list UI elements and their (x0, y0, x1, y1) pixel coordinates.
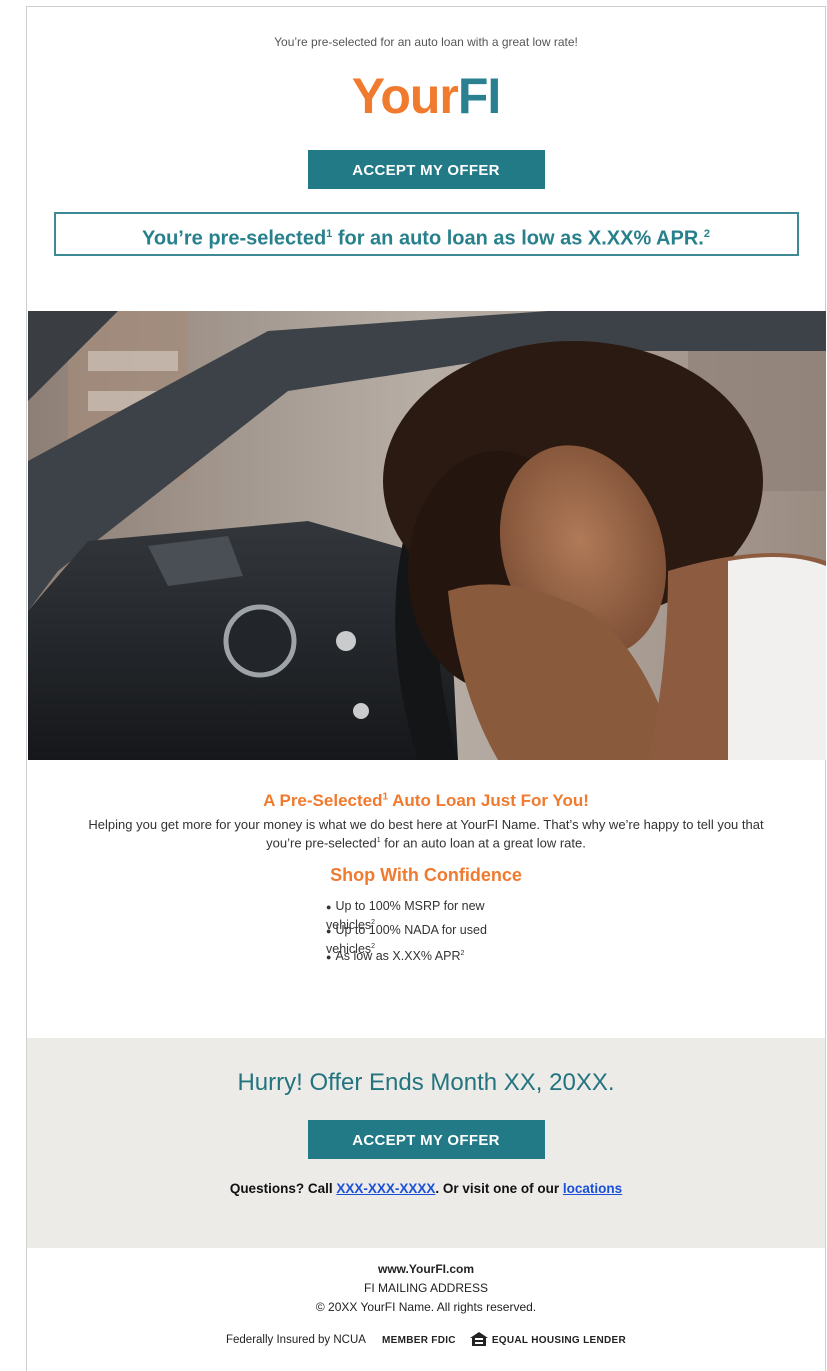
footer-copyright: © 20XX YourFI Name. All rights reserved. (315, 1300, 537, 1314)
headline-banner: You’re pre-selected1 for an auto loan as… (53, 212, 799, 256)
bullet-dot-icon: ● (326, 902, 332, 913)
questions-prefix: Questions? Call (229, 1181, 337, 1196)
logo-part-fi: FI (457, 68, 501, 124)
bullet-sup: 2 (460, 950, 465, 958)
bullet-text: As low as X.XX% APR (335, 949, 461, 964)
benefits-list: ● Up to 100% MSRP for new vehicles2 ● Up t… (326, 898, 526, 970)
section1-para-part2: for an auto loan at a great low rate. (380, 835, 586, 851)
headline-middle: for an auto loan as low as X.XX% APR. (332, 227, 704, 250)
preheader-text: You’re pre-selected for an auto loan wit… (274, 35, 578, 49)
bullet-dot-icon: ● (326, 952, 332, 963)
offer-deadline: Hurry! Offer Ends Month XX, 20XX. (237, 1069, 615, 1096)
equal-housing-icon (469, 1332, 488, 1346)
fdic-badge: MEMBER FDIC (381, 1335, 456, 1346)
section1-paragraph: Helping you get more for your money is w… (81, 817, 771, 851)
email-frame: You’re pre-selected for an auto loan wit… (26, 6, 826, 1371)
section2-title: Shop With Confidence (330, 865, 522, 886)
accept-offer-button-bottom[interactable]: ACCEPT MY OFFER (307, 1120, 545, 1159)
section1-title: A Pre-Selected1 Auto Loan Just For You! (27, 791, 825, 811)
footer-website[interactable]: www.YourFI.com (27, 1262, 825, 1276)
phone-link[interactable]: XXX-XXX-XXXX (336, 1181, 435, 1196)
hero-photo-illustration (28, 311, 826, 760)
equal-housing-badge: EQUAL HOUSING LENDER (469, 1332, 626, 1346)
list-item: ● Up to 100% NADA for used vehicles2 (326, 922, 526, 956)
list-item: ● As low as X.XX% APR2 (326, 946, 526, 970)
offer-details: A Pre-Selected1 Auto Loan Just For You! … (27, 791, 825, 970)
footer: www.YourFI.com FI MAILING ADDRESS © 20XX… (27, 1262, 825, 1346)
hero-image (28, 311, 826, 760)
headline-prefix: You’re pre-selected (142, 227, 327, 250)
cta-band: Hurry! Offer Ends Month XX, 20XX. ACCEPT… (27, 1038, 825, 1248)
questions-middle: . Or visit one of our (435, 1181, 563, 1196)
locations-link[interactable]: locations (563, 1181, 622, 1196)
ncua-notice: Federally Insured by NCUA (225, 1334, 366, 1346)
bullet-dot-icon: ● (326, 926, 332, 937)
section1-title-prefix: A Pre-Selected (263, 791, 383, 810)
yourfi-logo[interactable]: YourFI (27, 71, 825, 121)
footer-legal: Federally Insured by NCUA MEMBER FDIC EQUA… (27, 1332, 825, 1346)
headline-sup2: 2 (703, 228, 710, 240)
contact-line: Questions? Call XXX-XXX-XXXX. Or visit o… (27, 1181, 825, 1196)
section1-title-suffix: Auto Loan Just For You! (388, 791, 589, 810)
logo-part-your: Your (351, 68, 459, 124)
accept-offer-button-top[interactable]: ACCEPT MY OFFER (307, 150, 545, 189)
equal-housing-text: EQUAL HOUSING LENDER (491, 1335, 626, 1346)
list-item: ● Up to 100% MSRP for new vehicles2 (326, 898, 526, 932)
footer-address: FI MAILING ADDRESS (363, 1281, 489, 1295)
